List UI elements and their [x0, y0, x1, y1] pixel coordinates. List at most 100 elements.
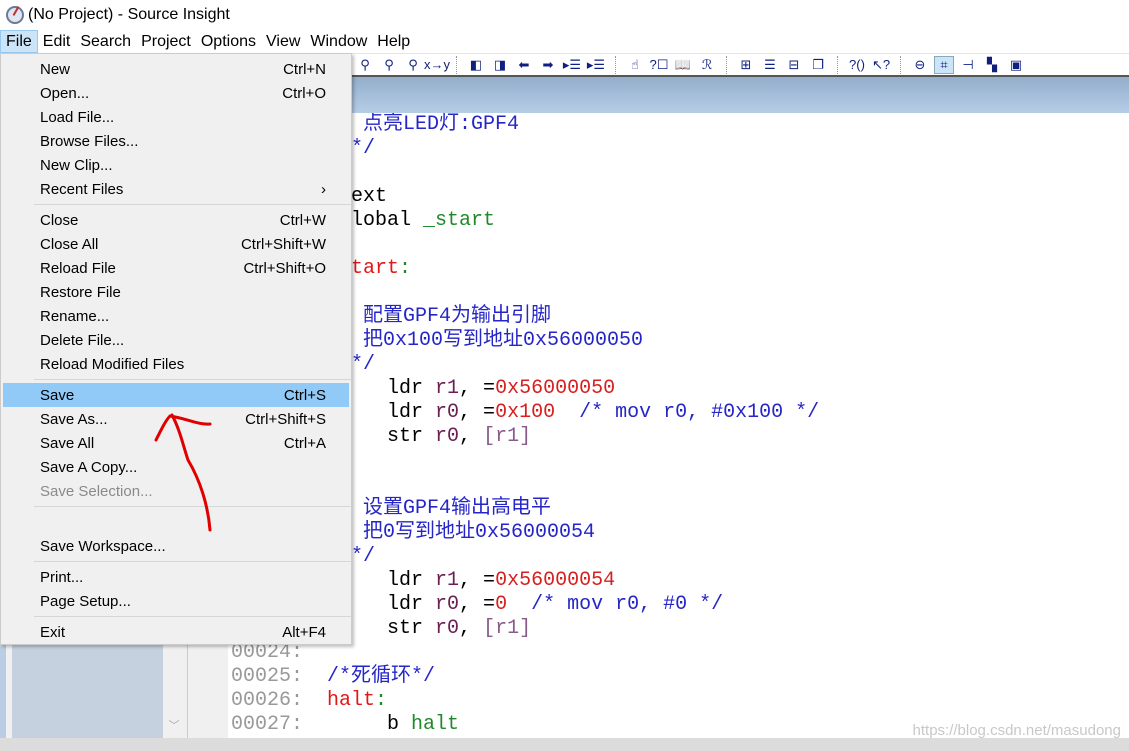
code-token: , =	[459, 401, 496, 424]
menu-separator	[34, 201, 351, 208]
symbol-list-scrollbar[interactable]: ﹀	[163, 645, 185, 738]
split-icon[interactable]: ⊟	[784, 56, 804, 74]
book-icon[interactable]: 📖	[673, 56, 693, 74]
window-title: (No Project) - Source Insight	[28, 6, 230, 23]
code-line: 00023: str r0, [r1]	[228, 617, 1129, 641]
menu-edit[interactable]: Edit	[38, 30, 76, 53]
layout-icon[interactable]: ▚	[982, 56, 1002, 74]
menu-item-label: Close	[40, 211, 79, 229]
menu-item-label: Browse Files...	[40, 132, 139, 150]
menu-item-delete-file[interactable]: Delete File...	[3, 328, 349, 352]
menu-item-shortcut: Ctrl+Shift+O	[243, 259, 326, 277]
code-line: 00014: ldr r0, =0x100 /* mov r0, #0x100 …	[228, 401, 1129, 425]
line-content: b halt	[327, 713, 459, 737]
menu-item-save-as[interactable]: Save As... Ctrl+Shift+S	[3, 407, 349, 431]
menu-item-close[interactable]: Close Ctrl+W	[3, 208, 349, 232]
code-token: b	[327, 713, 412, 736]
line-content: * 把0写到地址0x56000054	[327, 521, 595, 545]
menu-help[interactable]: Help	[372, 30, 415, 53]
line-content: * 把0x100写到地址0x56000050	[327, 329, 643, 353]
symbol-list[interactable]	[12, 645, 163, 738]
menu-item-label: Save	[40, 386, 75, 404]
menu-item-recent-files[interactable]: Recent Files ›	[3, 177, 349, 201]
menu-item-open[interactable]: Open... Ctrl+O	[3, 81, 349, 105]
code-line: 00006:.global _start	[228, 209, 1129, 233]
indent-left-icon[interactable]: ▸☰	[562, 56, 582, 74]
menu-item-exit[interactable]: Exit Alt+F4	[3, 620, 349, 644]
line-content: ldr r0, =0 /* mov r0, #0 */	[327, 593, 723, 617]
menu-item-save[interactable]: Save Ctrl+S	[3, 383, 349, 407]
replace-icon[interactable]: x→y	[424, 56, 450, 74]
menu-project[interactable]: Project	[136, 30, 196, 53]
search-icon[interactable]: ⚲	[355, 56, 375, 74]
menu-search[interactable]: Search	[75, 30, 136, 53]
search-files-icon[interactable]: ⚲	[403, 56, 423, 74]
line-content: ldr r1, =0x56000050	[327, 377, 615, 401]
whats-this-icon[interactable]: ↖?	[871, 56, 891, 74]
menu-item-print[interactable]: Print...	[3, 565, 349, 589]
context-help-icon[interactable]: ?()	[847, 56, 867, 74]
menu-item-label: New Clip...	[40, 156, 113, 174]
code-token: r0	[435, 593, 460, 616]
tile-icon[interactable]: ⊞	[736, 56, 756, 74]
menu-view[interactable]: View	[261, 30, 305, 53]
code-line: 00016:	[228, 449, 1129, 473]
code-editor[interactable]: 00001:/*00002: * 点亮LED灯:GPF400003: */000…	[228, 113, 1129, 738]
line-content: halt:	[327, 689, 387, 713]
forward-icon[interactable]: ➡	[538, 56, 558, 74]
jump-icon[interactable]: ☝	[625, 56, 645, 74]
file-menu: New Ctrl+N Open... Ctrl+O Load File... Browse…	[0, 53, 352, 645]
window-icon[interactable]: ☰	[760, 56, 780, 74]
menu-item-label: Open...	[40, 84, 90, 102]
search-next-icon[interactable]: ⚲	[379, 56, 399, 74]
cascade-icon[interactable]: ❐	[808, 56, 828, 74]
code-token: , =	[459, 569, 496, 592]
indent-right-icon[interactable]: ▸☰	[586, 56, 606, 74]
code-token: * 把0x100写到地址0x56000050	[327, 329, 644, 352]
tree-icon[interactable]: ⊣	[958, 56, 978, 74]
bookmark-prev-icon[interactable]: ◧	[466, 56, 486, 74]
code-token: , =	[459, 377, 496, 400]
menu-options[interactable]: Options	[196, 30, 261, 53]
menu-item-load-file[interactable]: Load File...	[3, 105, 349, 129]
code-token: * 把0写到地址0x56000054	[327, 521, 596, 544]
menu-file[interactable]: File	[0, 30, 38, 53]
code-token: /*死循环*/	[327, 665, 436, 688]
menu-item-save-selection: Save Selection...	[3, 479, 349, 503]
menu-item-restore-file[interactable]: Restore File	[3, 280, 349, 304]
code-token: ,	[459, 617, 484, 640]
code-token: r0	[435, 401, 460, 424]
code-token: :	[375, 689, 388, 712]
back-icon[interactable]: ⬅	[514, 56, 534, 74]
line-content: ldr r0, =0x100 /* mov r0, #0x100 */	[327, 401, 819, 425]
menu-item-close-all[interactable]: Close All Ctrl+Shift+W	[3, 232, 349, 256]
menu-item-rename[interactable]: Rename...	[3, 304, 349, 328]
code-token: /* mov r0, #0x100 */	[555, 401, 820, 424]
app-icon	[6, 6, 24, 24]
code-line: 00004:	[228, 161, 1129, 185]
code-token: 0x56000050	[495, 377, 616, 400]
menu-item-save-all[interactable]: Save All Ctrl+A	[3, 431, 349, 455]
code-line: 00007:	[228, 233, 1129, 257]
menu-item-label: Save All	[40, 434, 95, 452]
menu-item-save-workspace[interactable]: Save Workspace...	[3, 534, 349, 558]
title-bar: (No Project) - Source Insight	[0, 0, 1129, 30]
help-icon[interactable]: ▣	[1006, 56, 1026, 74]
menu-item-shortcut: Ctrl+W	[279, 211, 326, 229]
code-line: 00021: ldr r1, =0x56000054	[228, 569, 1129, 593]
menu-window[interactable]: Window	[305, 30, 372, 53]
menu-item-browse-files[interactable]: Browse Files...	[3, 129, 349, 153]
menu-item-save-a-copy[interactable]: Save A Copy...	[3, 455, 349, 479]
menu-item-page-setup[interactable]: Page Setup...	[3, 589, 349, 613]
lookup-icon[interactable]: ?☐	[649, 56, 669, 74]
bookmark-next-icon[interactable]: ◨	[490, 56, 510, 74]
code-line: 00011: * 把0x100写到地址0x56000050	[228, 329, 1129, 353]
menu-item-reload-modified-files[interactable]: Reload Modified Files	[3, 352, 349, 376]
outline-icon[interactable]: ⌗	[934, 55, 954, 74]
menu-item-new[interactable]: New Ctrl+N	[3, 57, 349, 81]
menu-item-new-clip[interactable]: New Clip...	[3, 153, 349, 177]
menu-item-reload-file[interactable]: Reload File Ctrl+Shift+O	[3, 256, 349, 280]
link-icon[interactable]: ⊖	[910, 56, 930, 74]
menu-item-label: Exit	[40, 623, 66, 641]
relation-icon[interactable]: ℛ	[697, 56, 717, 74]
